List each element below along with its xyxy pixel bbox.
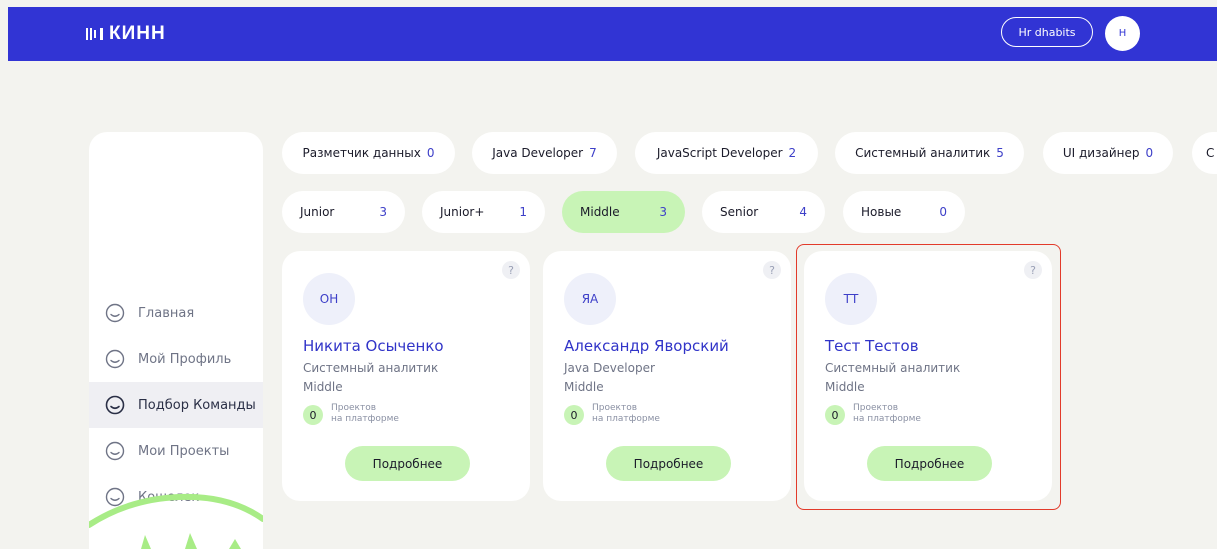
help-icon[interactable]: ?	[1024, 261, 1042, 279]
candidate-name[interactable]: Никита Осыченко	[303, 337, 444, 355]
details-button[interactable]: Подробнее	[606, 446, 731, 481]
smiley-icon	[105, 395, 125, 415]
level-filter-new[interactable]: Новые 0	[843, 191, 965, 233]
projects-label-line: на платформе	[592, 414, 660, 424]
level-filter-senior[interactable]: Senior 4	[702, 191, 825, 233]
candidate-avatar: ТТ	[825, 273, 877, 325]
smiley-icon	[105, 303, 125, 323]
candidate-card: ? ОН Никита Осыченко Системный аналитик …	[282, 251, 530, 501]
chip-count: 5	[996, 146, 1004, 160]
candidate-avatar: ЯА	[564, 273, 616, 325]
sidebar-item-team-selection[interactable]: Подбор Команды	[89, 382, 263, 428]
sidebar-item-home[interactable]: Главная	[89, 290, 263, 336]
user-avatar[interactable]: H	[1105, 16, 1140, 51]
candidate-role: Java Developer	[564, 361, 655, 375]
chip-count: 4	[799, 205, 807, 219]
help-icon[interactable]: ?	[763, 261, 781, 279]
chip-label: Middle	[580, 205, 620, 219]
sidebar-item-profile[interactable]: Мой Профиль	[89, 336, 263, 382]
logo-text: КИНН	[109, 23, 166, 44]
role-filter-system-analyst[interactable]: Системный аналитик 5	[835, 132, 1024, 174]
chip-count: 0	[1145, 146, 1154, 160]
projects-label: Проектов на платформе	[853, 403, 921, 425]
chip-label: С	[1206, 146, 1215, 160]
chip-label: Java Developer	[492, 146, 584, 160]
projects-count-badge: 0	[564, 405, 584, 425]
decorative-scribble-icon	[89, 493, 263, 549]
sidebar-item-label: Главная	[138, 305, 195, 321]
hr-account-button[interactable]: Hr dhabits	[1001, 17, 1093, 47]
top-header: КИНН Hr dhabits H	[8, 7, 1217, 61]
chip-label: Разметчик данных	[302, 146, 421, 160]
chip-count: 3	[659, 205, 667, 219]
logo-icon	[86, 28, 103, 40]
smiley-icon	[105, 441, 125, 461]
projects-label-line: Проектов	[592, 403, 638, 413]
smiley-icon	[105, 349, 125, 369]
details-button[interactable]: Подробнее	[867, 446, 992, 481]
role-filter-javascript-developer[interactable]: JavaScript Developer 2	[635, 132, 818, 174]
level-filter-junior[interactable]: Junior 3	[282, 191, 405, 233]
projects-label-line: Проектов	[853, 403, 899, 413]
projects-count-badge: 0	[303, 405, 323, 425]
chip-count: 7	[589, 146, 597, 160]
sidebar-item-label: Подбор Команды	[138, 397, 256, 413]
chip-count: 0	[426, 146, 435, 160]
sidebar: Главная Мой Профиль Подбор Команды Мои П…	[89, 132, 263, 549]
projects-label-line: на платформе	[853, 414, 921, 424]
chip-label: Junior+	[440, 205, 485, 219]
role-filter-ui-designer[interactable]: UI дизайнер 0	[1043, 132, 1173, 174]
chip-label: UI дизайнер	[1062, 146, 1140, 160]
details-button[interactable]: Подробнее	[345, 446, 470, 481]
sidebar-item-label: Мои Проекты	[138, 443, 230, 459]
candidate-card: ? ЯА Александр Яворский Java Developer M…	[543, 251, 791, 501]
chip-count: 2	[788, 146, 797, 160]
level-filter-junior-plus[interactable]: Junior+ 1	[422, 191, 545, 233]
chip-label: Системный аналитик	[855, 146, 991, 160]
candidate-level: Middle	[564, 380, 604, 394]
candidate-name[interactable]: Александр Яворский	[564, 337, 729, 355]
projects-count-badge: 0	[825, 405, 845, 425]
chip-label: Senior	[720, 205, 759, 219]
logo[interactable]: КИНН	[86, 22, 166, 46]
chip-label: Junior	[300, 205, 335, 219]
candidate-avatar: ОН	[303, 273, 355, 325]
sidebar-item-projects[interactable]: Мои Проекты	[89, 428, 263, 474]
candidate-role: Системный аналитик	[825, 361, 961, 375]
chip-count: 0	[939, 205, 947, 219]
role-filter-more[interactable]: С	[1192, 132, 1217, 174]
chip-label: Новые	[861, 205, 902, 219]
candidate-card: ? ТТ Тест Тестов Системный аналитик Midd…	[804, 251, 1052, 501]
role-filter-data-labeler[interactable]: Разметчик данных 0	[282, 132, 455, 174]
projects-label-line: Проектов	[331, 403, 377, 413]
chip-count: 1	[519, 205, 527, 219]
candidate-name[interactable]: Тест Тестов	[825, 337, 919, 355]
projects-label: Проектов на платформе	[331, 403, 399, 425]
help-icon[interactable]: ?	[502, 261, 520, 279]
sidebar-item-label: Мой Профиль	[138, 351, 232, 367]
candidate-level: Middle	[303, 380, 343, 394]
level-filter-middle[interactable]: Middle 3	[562, 191, 685, 233]
chip-count: 3	[379, 205, 387, 219]
candidate-level: Middle	[825, 380, 865, 394]
projects-label-line: на платформе	[331, 414, 399, 424]
projects-label: Проектов на платформе	[592, 403, 660, 425]
role-filter-java-developer[interactable]: Java Developer 7	[472, 132, 617, 174]
candidate-role: Системный аналитик	[303, 361, 439, 375]
chip-label: JavaScript Developer	[656, 146, 783, 160]
